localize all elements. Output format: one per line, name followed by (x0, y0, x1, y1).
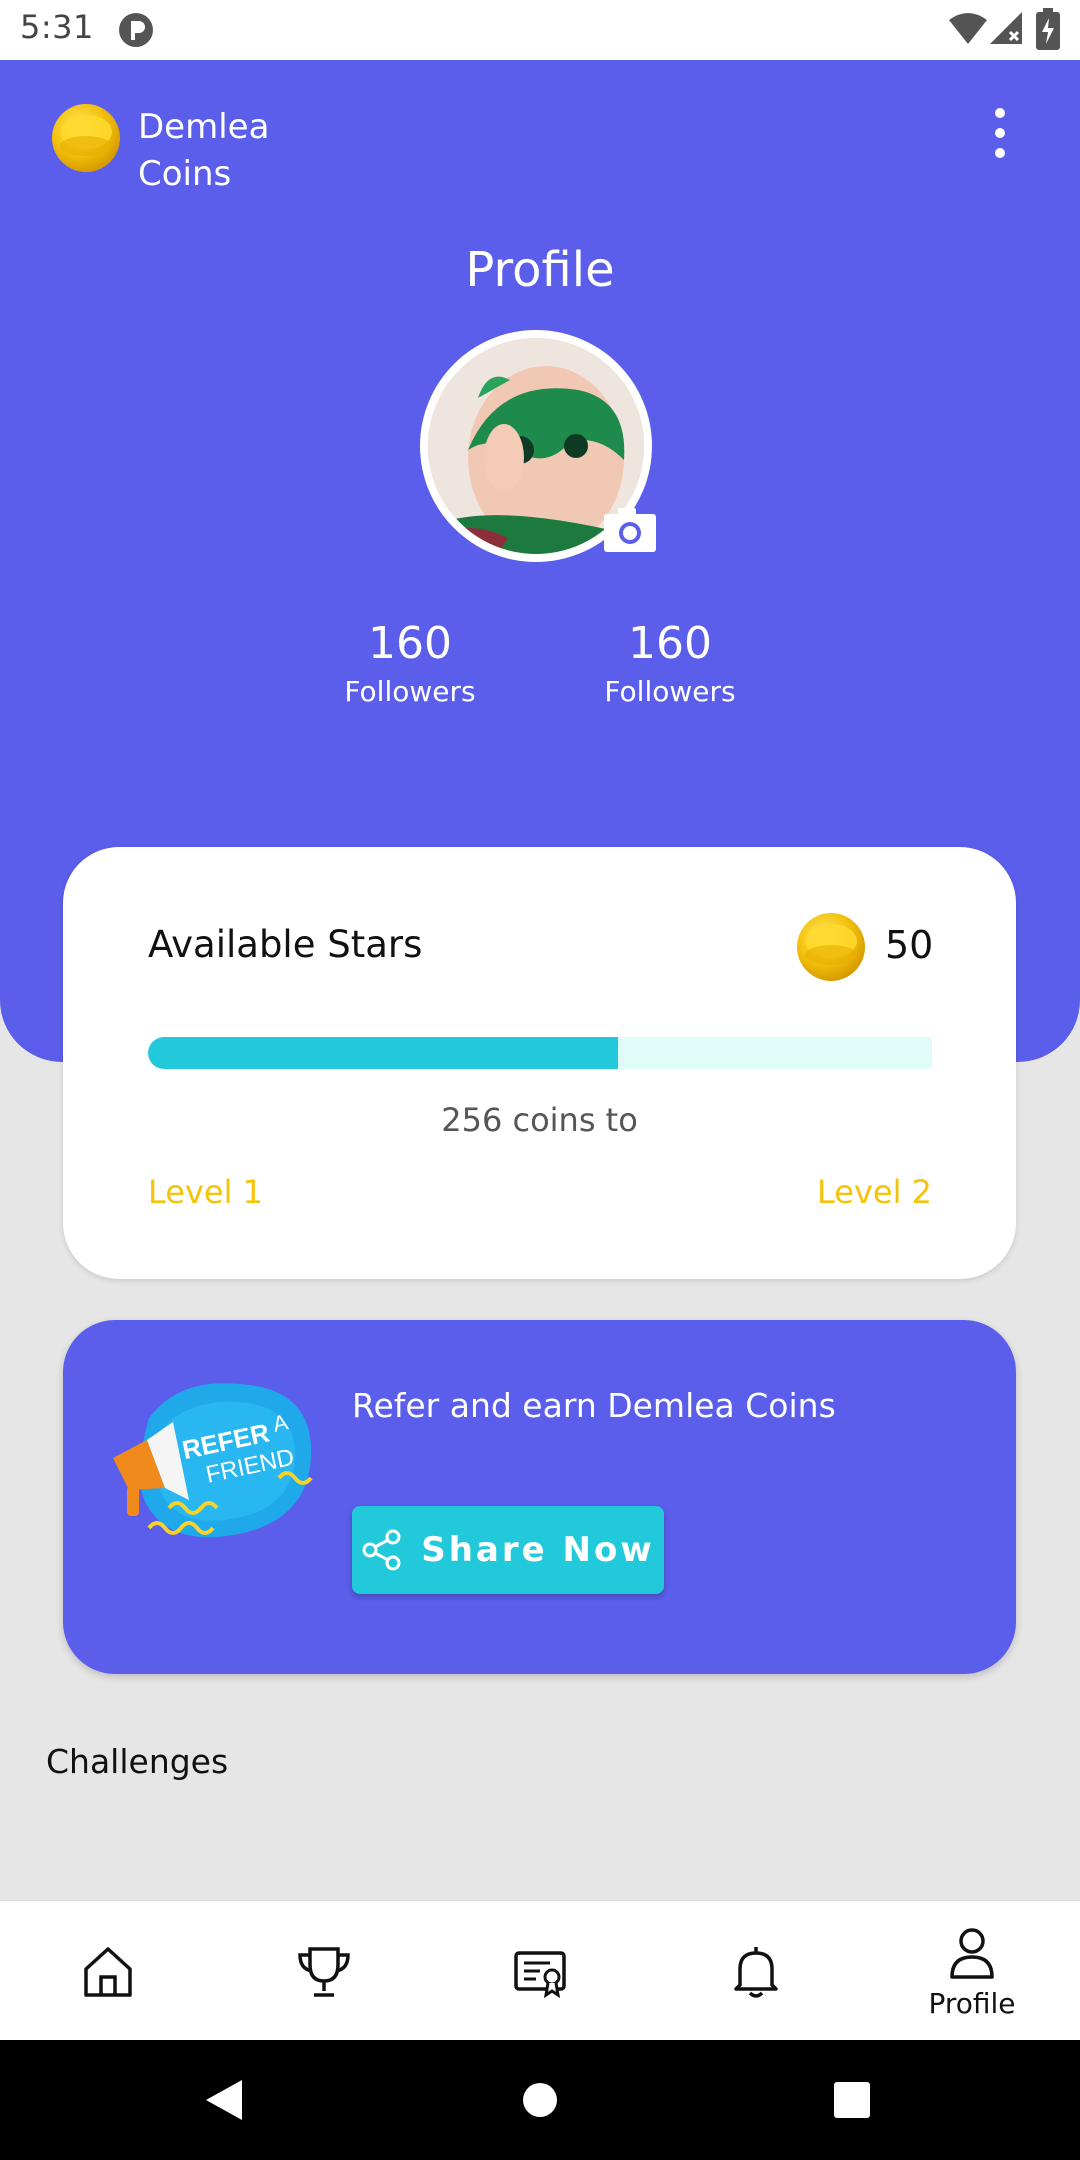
brand-name: Demlea Coins (138, 107, 270, 194)
refer-friend-illustration: REFER A FRIEND (113, 1383, 313, 1538)
app-notification-icon (119, 13, 153, 47)
share-now-label: Share Now (421, 1530, 655, 1570)
current-level: Level 1 (148, 1173, 263, 1211)
level-progress-fill (148, 1037, 619, 1069)
camera-icon[interactable] (604, 506, 656, 552)
refer-text: Refer and earn Demlea Coins (352, 1386, 836, 1425)
share-now-button[interactable]: Share Now (352, 1506, 664, 1594)
user-icon (950, 1927, 994, 1979)
status-bar: 5:31 (0, 0, 1080, 60)
status-time: 5:31 (20, 8, 94, 46)
page-title: Profile (465, 242, 615, 298)
system-navigation-bar (0, 2040, 1080, 2160)
share-icon (362, 1529, 401, 1571)
stars-value: 50 (885, 923, 934, 967)
recent-apps-icon[interactable] (834, 2082, 870, 2118)
nav-home[interactable] (0, 1901, 216, 2041)
back-icon[interactable] (200, 2076, 246, 2124)
level-progress-bar (148, 1037, 932, 1069)
certificate-icon (514, 1951, 566, 1999)
nav-notifications[interactable] (648, 1901, 864, 2041)
followers-stat[interactable]: 160 Followers (310, 616, 510, 712)
home-button-icon[interactable] (522, 2082, 558, 2118)
challenges-title: Challenges (46, 1742, 229, 1781)
bottom-navigation: Profile (0, 1900, 1080, 2041)
followers-stat-second[interactable]: 160 Followers (570, 616, 770, 712)
followers-label: Followers (344, 675, 476, 708)
signal-icon (990, 12, 1022, 44)
battery-icon (1036, 8, 1060, 50)
available-stars-card: Available Stars 50 256 coins to Level 1 … (63, 847, 1016, 1279)
coin-icon (797, 913, 865, 981)
refer-friend-card: REFER A FRIEND Refer and earn Demlea Coi… (63, 1320, 1016, 1674)
wifi-icon (949, 13, 987, 44)
next-level: Level 2 (817, 1173, 932, 1211)
trophy-icon (298, 1947, 350, 1997)
followers-count: 160 (368, 618, 452, 669)
home-icon (84, 1947, 132, 1997)
followers-count-second: 160 (628, 618, 712, 669)
stars-title: Available Stars (148, 923, 423, 966)
coin-logo-icon (52, 104, 120, 172)
nav-challenges[interactable] (216, 1901, 432, 2041)
nav-profile-label: Profile (928, 1986, 1016, 2020)
bell-icon (734, 1947, 778, 1998)
nav-profile[interactable]: Profile (864, 1901, 1080, 2041)
progress-caption: 256 coins to (441, 1101, 638, 1139)
followers-label-second: Followers (604, 675, 736, 708)
more-options-icon[interactable] (980, 105, 1020, 165)
nav-certificates[interactable] (432, 1901, 648, 2041)
